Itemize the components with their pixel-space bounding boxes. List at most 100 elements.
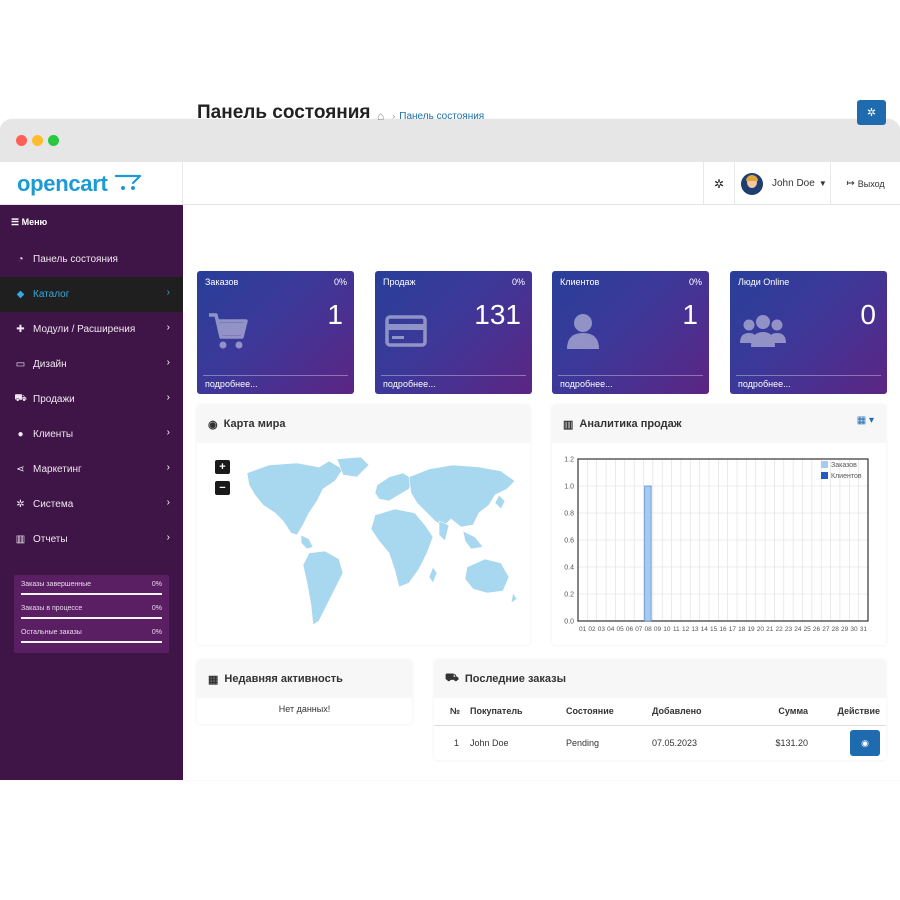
x-tick-label: 20: [757, 626, 765, 633]
home-icon[interactable]: ⌂: [377, 109, 384, 123]
tile-more-link[interactable]: подробнее...: [560, 379, 613, 389]
tile-divider: [381, 375, 526, 376]
tile-more-link[interactable]: подробнее...: [383, 379, 436, 389]
cart-icon: [209, 313, 248, 349]
sidebar-item-catalog[interactable]: ◆ Каталог ›: [0, 277, 183, 312]
monitor-icon: ▭: [15, 359, 26, 370]
tile-label: Заказов: [205, 277, 239, 287]
y-tick-label: 0.0: [564, 619, 574, 626]
tile-value: 1: [327, 299, 343, 330]
avatar: [741, 172, 763, 195]
sidebar-item-sales[interactable]: ⛟ Продажи ›: [0, 382, 183, 417]
chevron-right-icon: ›: [166, 392, 170, 403]
sidebar-item-dashboard[interactable]: ◔ Панель состояния: [0, 242, 183, 277]
share-icon: ⋖: [16, 464, 25, 475]
tile-more-link[interactable]: подробнее...: [738, 379, 791, 389]
sidebar-item-label: Отчеты: [33, 534, 68, 545]
x-tick-label: 23: [785, 626, 793, 633]
bar-Заказов: [644, 485, 652, 622]
sidebar-item-design[interactable]: ▭ Дизайн ›: [0, 347, 183, 382]
stat-value: 0%: [151, 581, 162, 588]
legend-label: Клиентов: [831, 473, 862, 480]
sales-chart: 0.00.20.40.60.81.01.201 02 03 04 05 06 07 08 09 1…: [564, 457, 869, 633]
column-header: Состояние: [566, 698, 652, 726]
opencart-logo[interactable]: opencart: [0, 162, 183, 205]
x-tick-label: 02: [588, 626, 596, 633]
y-tick-label: 0.4: [564, 565, 574, 572]
x-tick-label: 31: [860, 626, 868, 633]
order-customer: John Doe: [470, 738, 509, 749]
breadcrumb-link[interactable]: Панель состояния: [399, 111, 484, 122]
legend-label: Заказов: [831, 462, 857, 469]
close-window-dot[interactable]: [16, 135, 27, 146]
dashboard-settings-button[interactable]: ✲: [857, 100, 886, 125]
x-tick-label: 29: [841, 626, 849, 633]
logout-icon: ↦: [846, 178, 855, 189]
sidebar-item-reports[interactable]: ▥ Отчеты ›: [0, 522, 183, 557]
column-header: Действие: [816, 698, 886, 726]
column-header: Покупатель: [470, 698, 566, 726]
top-header: opencart ✲ John Doe ▼ ↦ Выход: [0, 162, 900, 205]
tile-percent: 0%: [333, 277, 347, 287]
y-tick-label: 1.0: [564, 484, 574, 491]
sidebar-item-marketing[interactable]: ⋖ Маркетинг ›: [0, 452, 183, 487]
map-zoom-out-button[interactable]: −: [215, 481, 230, 495]
sidebar-item-system[interactable]: ✲ Система ›: [0, 487, 183, 522]
chevron-down-icon: ▾: [868, 415, 874, 426]
x-tick-label: 27: [822, 626, 830, 633]
tile-value: 0: [860, 299, 876, 330]
stat-other: Остальные заказы 0%: [21, 629, 162, 653]
calendar-icon: ▦: [208, 673, 219, 686]
sidebar-item-extensions[interactable]: ✚ Модули / Расширения ›: [0, 312, 183, 347]
table-header-row: № Покупатель Состояние Добавлено Сумма Д…: [434, 698, 886, 726]
settings-gear-icon[interactable]: ✲: [703, 162, 734, 205]
chevron-right-icon: ›: [166, 322, 170, 333]
puzzle-icon: ✚: [16, 324, 25, 335]
logo-cart-icon: [114, 174, 142, 190]
x-tick-label: 16: [719, 626, 727, 633]
user-menu[interactable]: John Doe ▼: [734, 162, 830, 205]
stat-progress-bar: [21, 593, 162, 595]
panel-title: Недавняя активность: [224, 673, 343, 685]
stat-processing: Заказы в процессе 0%: [21, 605, 162, 629]
tile-percent: 0%: [511, 277, 525, 287]
world-map[interactable]: [239, 455, 519, 630]
y-tick-label: 0.6: [564, 538, 574, 545]
view-order-button[interactable]: ◉: [850, 730, 880, 757]
calendar-icon: ▦: [856, 415, 867, 426]
stat-label: Заказы завершенные: [21, 581, 92, 588]
x-tick-label: 06: [626, 626, 634, 633]
order-date: 07.05.2023: [652, 738, 698, 749]
tile-more-link[interactable]: подробнее...: [205, 379, 258, 389]
panel-title: Последние заказы: [464, 673, 567, 685]
chevron-right-icon: ›: [166, 427, 170, 438]
sidebar-item-label: Каталог: [33, 289, 70, 300]
tile-label: Продаж: [383, 277, 416, 287]
maximize-window-dot[interactable]: [48, 135, 59, 146]
sidebar-item-label: Система: [33, 499, 74, 510]
logout-button[interactable]: ↦ Выход: [830, 162, 900, 205]
chevron-right-icon: ›: [166, 462, 170, 473]
x-tick-label: 07: [635, 626, 643, 633]
x-tick-label: 04: [607, 626, 615, 633]
column-header: Сумма: [744, 698, 816, 726]
menu-toggle[interactable]: ☰ Меню: [11, 217, 47, 228]
x-tick-label: 17: [729, 626, 737, 633]
panel-heading: ▦ Недавняя активность: [197, 660, 412, 698]
sidebar-item-customers[interactable]: ● Клиенты ›: [0, 417, 183, 452]
x-tick-label: 12: [682, 626, 690, 633]
recent-activity-panel: ▦ Недавняя активность Нет данных!: [197, 660, 412, 724]
calendar-range-dropdown[interactable]: ▦ ▾: [857, 415, 874, 426]
users-group-icon: [740, 315, 786, 347]
order-stats-box: Заказы завершенные 0% Заказы в процессе …: [14, 575, 169, 653]
panel-title: Аналитика продаж: [579, 418, 682, 430]
chevron-right-icon: ›: [166, 287, 170, 298]
x-tick-label: 21: [766, 626, 774, 633]
panel-heading: ◉ Карта мира: [197, 405, 530, 443]
sidebar-item-label: Панель состояния: [33, 254, 118, 265]
logo-text: opencart: [17, 171, 108, 196]
minimize-window-dot[interactable]: [32, 135, 43, 146]
map-zoom-in-button[interactable]: +: [215, 460, 230, 474]
header-divider: [183, 141, 900, 142]
tile-online: Люди Online 0 подробнее...: [730, 271, 887, 394]
